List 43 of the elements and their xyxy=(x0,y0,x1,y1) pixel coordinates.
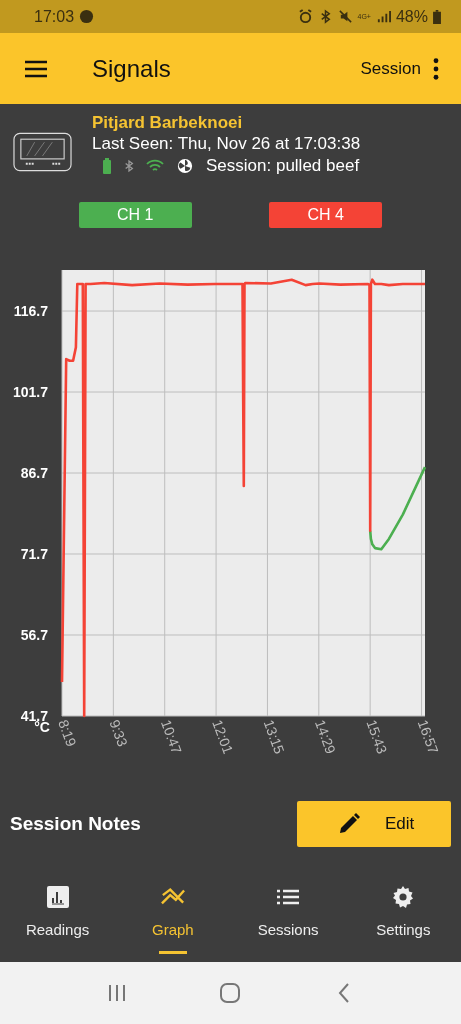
edit-button[interactable]: Edit xyxy=(297,801,451,847)
device-icon xyxy=(13,132,72,172)
session-button[interactable]: Session xyxy=(360,58,421,79)
nav-tab[interactable]: Graph xyxy=(115,856,231,962)
y-axis-label: 71.7 xyxy=(20,546,48,562)
nav-tab[interactable]: Settings xyxy=(345,856,461,962)
x-axis-label: 9:33 xyxy=(106,717,131,749)
battery-percentage: 48% xyxy=(395,7,428,26)
y-axis-label: 56.7 xyxy=(20,627,48,643)
screen-title: Signals xyxy=(92,54,171,83)
alarm-icon xyxy=(297,9,313,24)
session-text: Session: pulled beef xyxy=(206,155,360,177)
wifi-icon xyxy=(146,158,164,174)
settings-icon xyxy=(391,884,416,909)
x-axis-label: 10:47 xyxy=(157,717,185,756)
x-axis-label: 16:57 xyxy=(414,717,442,756)
notification-icon xyxy=(79,9,95,24)
nav-tab[interactable]: Readings xyxy=(0,856,116,962)
bar-chart-icon xyxy=(45,884,70,909)
signal-icon xyxy=(375,9,391,24)
channel-toggle[interactable]: CH 4 xyxy=(269,202,383,228)
x-axis-label: 14:29 xyxy=(312,717,339,756)
mute-icon xyxy=(337,9,353,24)
battery-icon xyxy=(433,9,441,24)
x-axis-label: 15:43 xyxy=(363,717,391,756)
x-axis-label: 8:19 xyxy=(55,717,80,749)
battery-icon xyxy=(102,158,112,174)
section-title: Session Notes xyxy=(10,813,141,835)
clock: 17:03 xyxy=(34,7,75,26)
x-axis-label: 13:15 xyxy=(260,717,288,756)
y-axis-label: 86.7 xyxy=(20,465,48,481)
fan-icon xyxy=(176,158,194,174)
more-icon[interactable] xyxy=(433,57,439,80)
y-axis-label: 101.7 xyxy=(12,384,48,401)
device-name: Pitjard Barbeknoei xyxy=(92,112,244,133)
x-axis-label: 12:01 xyxy=(209,717,237,756)
last-seen-text: Last Seen: Thu, Nov 26 at 17:03:38 xyxy=(92,133,361,155)
pencil-icon xyxy=(337,812,361,836)
recent-apps-icon[interactable] xyxy=(106,983,127,1003)
nav-tab[interactable]: Sessions xyxy=(230,856,346,962)
bluetooth-icon xyxy=(124,158,134,174)
home-icon[interactable] xyxy=(220,983,241,1003)
y-axis-label: 116.7 xyxy=(13,303,48,320)
